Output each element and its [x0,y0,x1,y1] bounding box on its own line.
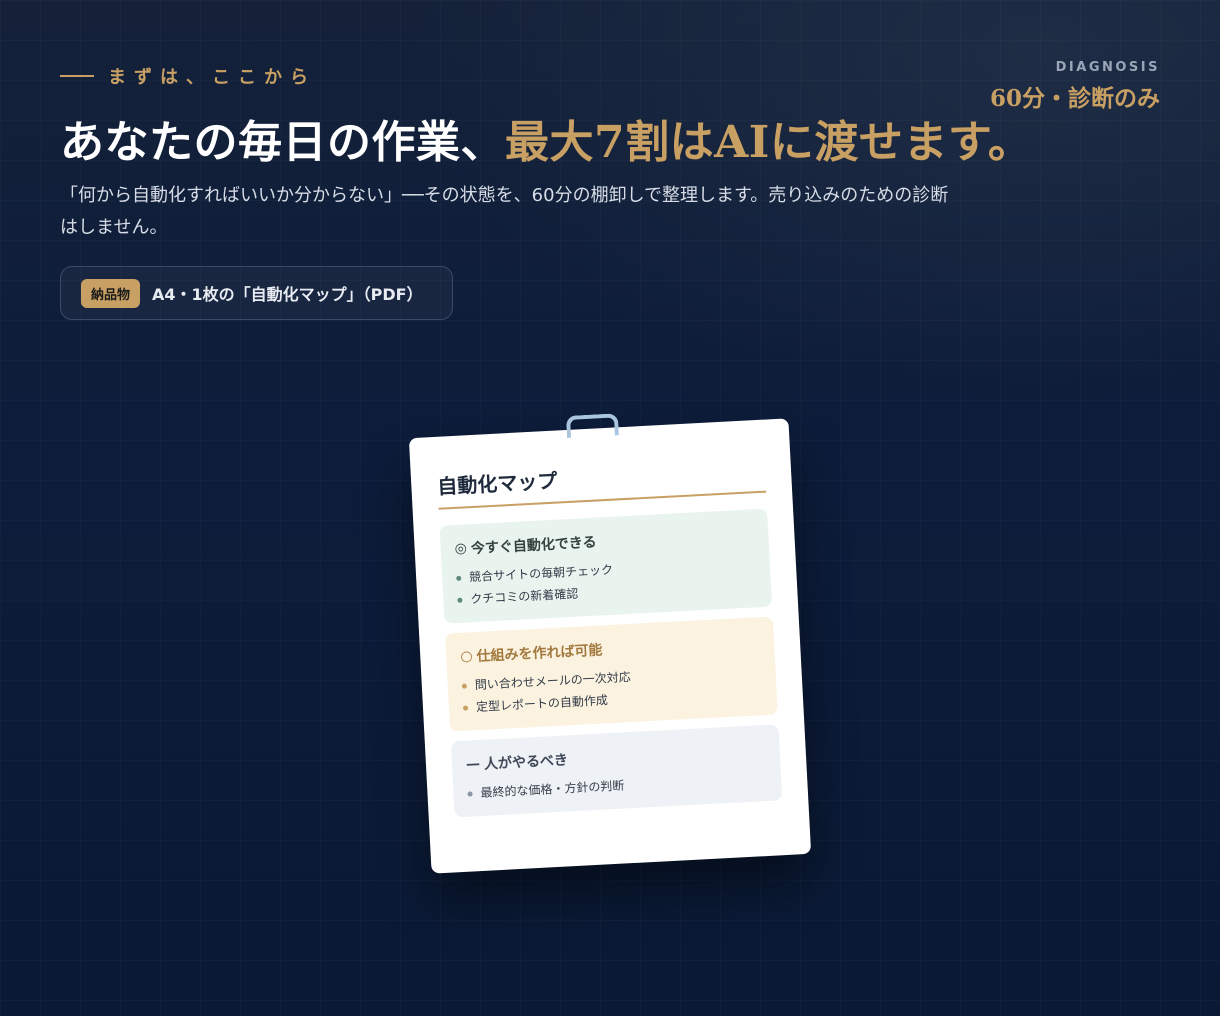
card-title: 自動化マップ [436,453,767,510]
lead-text: 「何から自動化すればいいか分からない」──その状態を、60分の棚卸しで整理します… [60,185,949,238]
clip-icon [565,413,619,438]
double-circle-icon: ◎ [454,540,468,557]
bullet-icon [467,790,473,797]
eyebrow-text: まずは、ここから [108,67,316,88]
section-heading-label: 人がやるべき [483,752,569,773]
bullet-icon [461,683,468,689]
section-automate-now: ◎ 今すぐ自動化できる 競合サイトの毎朝チェック クチコミの新着確認 [439,508,773,624]
section-heading-label: 今すぐ自動化できる [470,534,597,558]
automation-map-illustration: 自動化マップ ◎ 今すぐ自動化できる 競合サイトの毎朝チェック クチコミの新着確… [408,413,812,874]
bullet-icon [457,597,463,603]
section-human-tasks: — 人がやるべき 最終的な価格・方針の判断 [450,724,783,818]
eyebrow: まずは、ここから [60,63,316,89]
page-title: あなたの毎日の作業、最大7割はAIに渡せます。 [60,106,1032,170]
diagnosis-label: DIAGNOSIS [1055,60,1160,75]
section-heading-label: 仕組みを作れば可能 [476,642,603,665]
headline-main: あなたの毎日の作業、 [60,117,505,168]
section-possible-with-system: ○ 仕組みを作れば可能 問い合わせメールの一次対応 定型レポートの自動作成 [445,616,778,732]
automation-map-card: 自動化マップ ◎ 今すぐ自動化できる 競合サイトの毎朝チェック クチコミの新着確… [408,413,812,874]
bullet-icon [462,705,469,711]
deliverable-box: 納品物 A4・1枚の「自動化マップ」（PDF） [60,266,453,320]
circle-icon: ○ [459,648,473,665]
list-item: 最終的な価格・方針の判断 [467,767,768,805]
dash-icon: — [465,755,481,773]
bullet-icon [456,575,462,581]
list-item-label: クチコミの新着確認 [469,586,579,607]
deliverable-tag: 納品物 [81,278,141,308]
deliverable-text: A4・1枚の「自動化マップ」（PDF） [152,285,423,304]
list-item-label: 最終的な価格・方針の判断 [480,778,625,800]
headline-accent: 最大7割はAIに渡せます。 [505,117,1033,168]
eyebrow-rule [60,75,94,77]
